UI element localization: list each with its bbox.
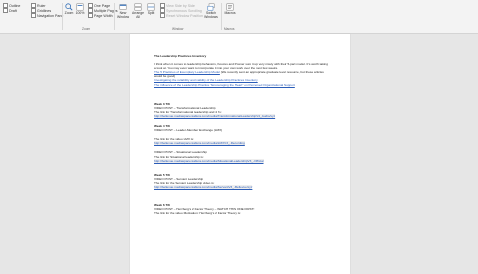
video-link[interactable]: http://bellevue.mediaspace.kaltura.com/m… [154,113,276,118]
zoom-100-button[interactable]: 100% [75,3,85,16]
link-intro-line: The link for the video Motivation: Herzb… [154,211,241,216]
ribbon-separator [62,3,63,30]
page-width-button[interactable]: Page Width [88,13,113,18]
document-title: The Leadership Practices Inventory [154,54,207,58]
zoom-100-icon [76,3,84,11]
new-window-icon [119,4,127,10]
ribbon-view-tab: Outline Draft Ruler Gridlines Navigation… [0,0,478,34]
reset-window-button[interactable]: Reset Window Position [160,13,203,18]
video-link[interactable]: http://bellevue.mediaspace.kaltura.com/m… [154,184,253,189]
link-encouraging-heart[interactable]: The influence of the Leadership Practice… [154,83,295,87]
page-width-icon [88,13,93,18]
new-window-button[interactable]: New Window [116,3,130,20]
zoom-button[interactable]: Zoom [64,3,74,16]
reset-window-icon [160,13,165,18]
zoom-group-label: Zoom [82,27,91,31]
macros-group-label: Macros [224,27,235,31]
split-button[interactable]: Split [146,3,156,16]
arrange-all-icon [134,3,142,11]
video-url: http://bellevue.mediaspace.kaltura.com/m… [154,184,330,189]
document-body[interactable]: The Leadership Practices Inventory I thi… [154,54,330,215]
macros-icon [226,3,234,11]
view-draft-button[interactable]: Draft [3,8,17,13]
nav-pane-checkbox[interactable]: Navigation Pane [31,13,63,18]
magnifier-icon [65,3,73,11]
ribbon-separator [114,3,115,30]
nav-pane-check-icon [31,13,36,18]
document-page[interactable]: The Leadership Practices Inventory I thi… [130,34,350,274]
split-icon [147,3,155,11]
video-link[interactable]: http://bellevue.mediaspace.kaltura.com/m… [154,158,264,163]
video-url: http://bellevue.mediaspace.kaltura.com/m… [154,158,330,163]
video-url: http://bellevue.mediaspace.kaltura.com/m… [154,113,330,118]
draft-icon [3,8,8,13]
video-link[interactable]: http://bellevue.mediaspace.kaltura.com/m… [154,141,245,146]
switch-windows-button[interactable]: Switch Windows [204,3,218,20]
window-group-label: Window [172,27,184,31]
switch-windows-icon [207,3,215,11]
intro-paragraph: I think when it comes to leadership beha… [154,62,328,71]
resource-line: The 5 Practices of Exemplary Leadership … [154,70,324,79]
macros-button[interactable]: Macros [224,3,236,16]
ribbon-separator [221,3,222,30]
arrange-all-button[interactable]: Arrange All [131,3,145,20]
